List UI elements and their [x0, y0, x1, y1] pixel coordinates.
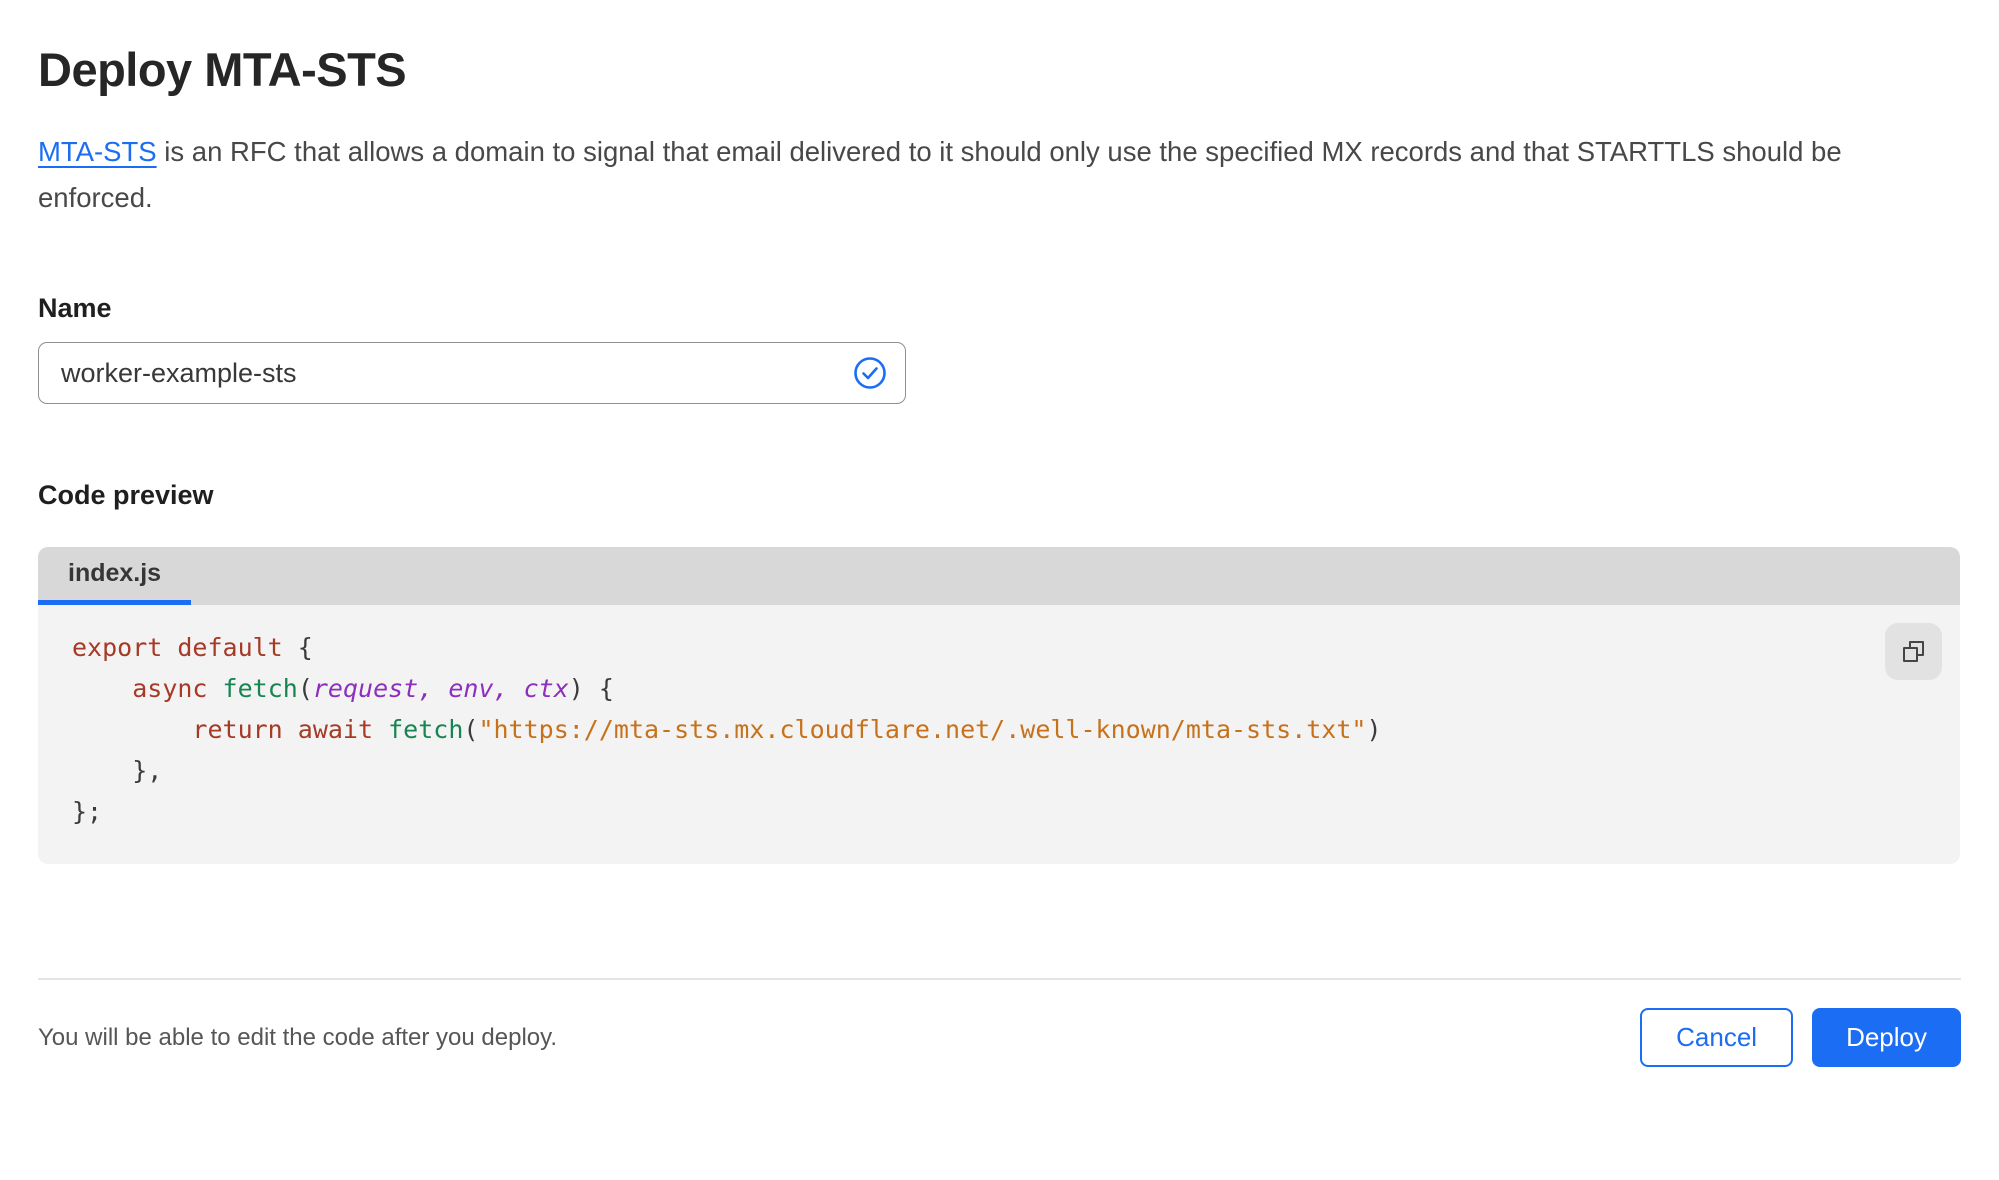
code-preview-card: index.js export default { async fetch(re…: [38, 547, 1960, 864]
code-block: export default { async fetch(request, en…: [38, 605, 1960, 864]
code-line: return await fetch("https://mta-sts.mx.c…: [192, 715, 1382, 744]
code-tabbar: index.js: [38, 547, 1960, 605]
code-line: },: [72, 756, 163, 785]
name-label: Name: [38, 293, 112, 323]
code-line: };: [72, 797, 103, 826]
description: MTA-STS is an RFC that allows a domain t…: [38, 129, 1961, 221]
page-title: Deploy MTA-STS: [38, 43, 407, 96]
tab-index-js[interactable]: index.js: [38, 547, 192, 605]
deploy-mta-sts-page: Deploy MTA-STS MTA-STS is an RFC that al…: [0, 42, 1999, 1067]
cancel-button[interactable]: Cancel: [1640, 1008, 1794, 1067]
check-circle-icon: [854, 357, 886, 389]
tab-label: index.js: [68, 559, 162, 587]
footer-actions: Cancel Deploy: [1640, 1008, 1961, 1067]
name-input[interactable]: [61, 357, 853, 389]
mta-sts-link[interactable]: MTA-STS: [38, 136, 157, 167]
description-text: is an RFC that allows a domain to signal…: [38, 136, 1842, 213]
footer: You will be able to edit the code after …: [38, 980, 1961, 1067]
deploy-button[interactable]: Deploy: [1812, 1008, 1961, 1067]
code-preview-label: Code preview: [38, 480, 214, 510]
code-line: async fetch(request, env, ctx) {: [132, 674, 614, 703]
code-line: export default {: [72, 633, 313, 662]
copy-icon: [1903, 641, 1924, 662]
copy-button[interactable]: [1885, 623, 1942, 680]
code-content: export default { async fetch(request, en…: [72, 627, 1926, 832]
footer-note: You will be able to edit the code after …: [38, 1023, 558, 1051]
name-input-container: [38, 342, 906, 404]
